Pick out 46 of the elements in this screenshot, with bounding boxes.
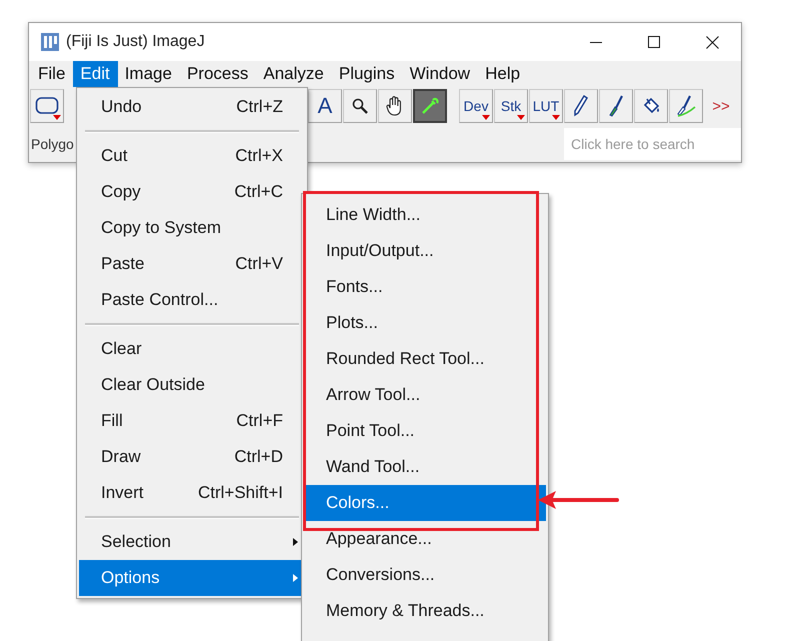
menu-item[interactable]: File [31, 61, 74, 87]
search-icon [351, 97, 369, 115]
menu-item[interactable]: Draw Ctrl+D [79, 439, 305, 475]
window-title: (Fiji Is Just) ImageJ [66, 33, 206, 51]
rounded-rectangle-icon [35, 96, 59, 116]
paintbrush-icon [607, 94, 625, 118]
menu-tool-button[interactable]: Dev [459, 89, 493, 123]
menu-item[interactable]: Process [180, 61, 256, 87]
menu-item[interactable]: Window [402, 61, 478, 87]
search-field[interactable]: Click here to search [564, 128, 741, 160]
menu-item[interactable]: Memory & Threads... [304, 593, 546, 629]
text-tool-button[interactable]: A [308, 89, 342, 123]
menu-item[interactable]: Clear [79, 331, 305, 367]
shortcut-text: Ctrl+Z [236, 97, 283, 117]
menu-item[interactable]: Undo Ctrl+Z [79, 89, 305, 125]
shortcut-text: Ctrl+X [235, 146, 283, 166]
menu-item[interactable]: Copy to System [79, 210, 305, 246]
dropdown-arrow-icon [53, 115, 61, 120]
menu-tool-button[interactable]: LUT [529, 89, 563, 123]
menu-item[interactable]: Appearance... [304, 521, 546, 557]
menu-item[interactable]: Clear Outside [79, 367, 305, 403]
menu-item[interactable]: Image [118, 61, 180, 87]
menu-item[interactable]: Edit [73, 61, 118, 87]
menu-item[interactable]: Cut Ctrl+X [79, 138, 305, 174]
brush-stroke-icon [675, 94, 697, 118]
status-text: Polygo [30, 136, 74, 152]
tool-button[interactable] [413, 89, 447, 123]
menu-item[interactable]: Conversions... [304, 557, 546, 593]
shortcut-text: Ctrl+Shift+I [198, 483, 283, 503]
menu-item[interactable]: Fill Ctrl+F [79, 403, 305, 439]
menu-item[interactable]: Paste Ctrl+V [79, 246, 305, 282]
menu-item[interactable]: Help [478, 61, 528, 87]
shortcut-text: Ctrl+F [236, 411, 283, 431]
shortcut-text: Ctrl+C [234, 182, 283, 202]
menu-item[interactable]: Copy Ctrl+C [79, 174, 305, 210]
menu-item[interactable]: Analyze [256, 61, 332, 87]
menu-tool-button[interactable]: Stk [494, 89, 528, 123]
shortcut-text: Ctrl+V [235, 254, 283, 274]
menu-item[interactable]: Plugins [332, 61, 403, 87]
menu-item[interactable]: Colors... [304, 485, 546, 521]
maximize-button[interactable] [648, 36, 660, 48]
menu-item[interactable]: Paste Control... [79, 282, 305, 318]
menu-item[interactable]: Invert Ctrl+Shift+I [79, 475, 305, 511]
close-button[interactable] [706, 36, 718, 48]
pencil-icon [572, 94, 590, 118]
shortcut-text: Ctrl+D [234, 447, 283, 467]
